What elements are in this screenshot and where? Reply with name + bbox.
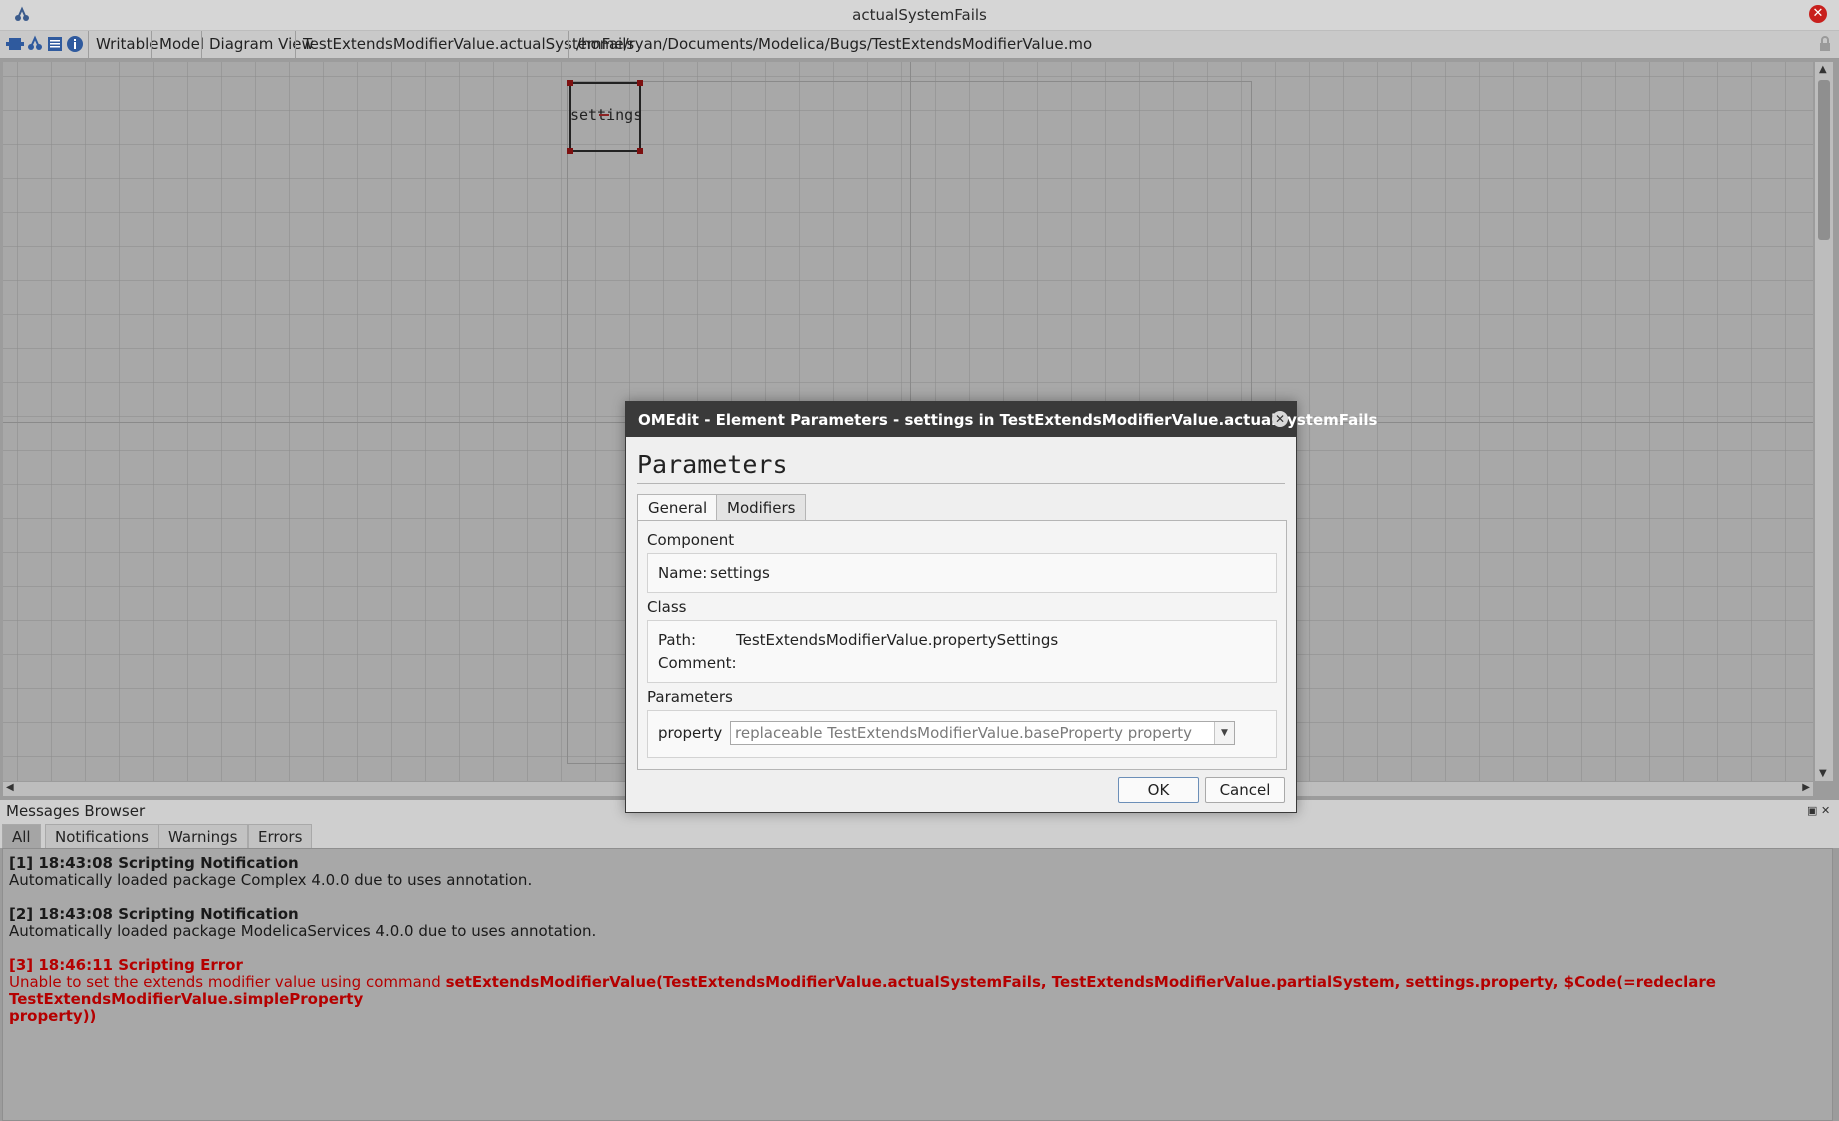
messages-list[interactable]: [1] 18:43:08 Scripting Notification Auto…	[2, 848, 1833, 1121]
scroll-up-icon[interactable]: ▲	[1819, 64, 1827, 75]
modeling-icon[interactable]	[6, 35, 24, 53]
messages-browser-title: Messages Browser	[6, 802, 146, 820]
close-panel-icon[interactable]: ✕	[1821, 804, 1833, 817]
messages-tabs: All Notifications Warnings Errors	[0, 822, 1839, 849]
resize-handle[interactable]	[637, 148, 643, 154]
resize-handle[interactable]	[567, 80, 573, 86]
tab-modifiers[interactable]: Modifiers	[716, 494, 807, 521]
window-titlebar: actualSystemFails ✕	[0, 0, 1839, 31]
file-path-label: /home/ryan/Documents/Modelica/Bugs/TestE…	[568, 31, 1099, 58]
info-icon[interactable]	[66, 35, 84, 53]
ok-button[interactable]: OK	[1118, 777, 1199, 803]
parameters-group: property replaceable TestExtendsModifier…	[647, 710, 1277, 758]
dialog-heading: Parameters	[637, 450, 788, 479]
message-item-error: [3] 18:46:11 Scripting Error Unable to s…	[9, 957, 1809, 1025]
dialog-title: OMEdit - Element Parameters - settings i…	[638, 411, 1378, 429]
text-icon[interactable]	[46, 35, 64, 53]
message-item: [1] 18:43:08 Scripting Notification Auto…	[9, 855, 532, 889]
component-origin-mark	[599, 114, 609, 116]
component-group: Name: settings	[647, 553, 1277, 593]
message-header: [3] 18:46:11 Scripting Error	[9, 956, 243, 974]
model-toolbar: Writable Model Diagram View TestExtendsM…	[0, 31, 1839, 59]
tab-notifications[interactable]: Notifications	[45, 824, 159, 849]
message-header: [1] 18:43:08 Scripting Notification	[9, 854, 299, 872]
error-command-continued: property))	[9, 1007, 97, 1025]
dialog-close-button[interactable]: ✕	[1272, 411, 1288, 427]
dropdown-icon[interactable]: ▼	[1214, 722, 1234, 744]
resize-handle[interactable]	[637, 80, 643, 86]
scroll-down-icon[interactable]: ▼	[1819, 768, 1827, 779]
name-label: Name:	[658, 564, 708, 582]
comment-label: Comment:	[658, 654, 737, 672]
tab-warnings[interactable]: Warnings	[158, 824, 248, 849]
error-text: Unable to set the extends modifier value…	[9, 973, 446, 991]
dialog-titlebar: OMEdit - Element Parameters - settings i…	[626, 402, 1377, 437]
class-group: Path: TestExtendsModifierValue.propertyS…	[647, 620, 1277, 683]
property-label: property	[658, 724, 723, 742]
lock-icon[interactable]	[1817, 36, 1833, 52]
scrollbar-thumb[interactable]	[1818, 80, 1830, 240]
float-icon[interactable]: ▣	[1807, 804, 1819, 817]
message-text: Automatically loaded package ModelicaSer…	[9, 922, 597, 940]
close-window-button[interactable]: ✕	[1809, 5, 1827, 23]
parameters-section-label: Parameters	[647, 688, 733, 706]
window-title: actualSystemFails	[852, 6, 987, 24]
scroll-right-icon[interactable]: ▶	[1802, 782, 1810, 793]
tab-general[interactable]: General	[637, 494, 719, 522]
property-select-value: replaceable TestExtendsModifierValue.bas…	[735, 724, 1192, 742]
heading-divider	[637, 483, 1285, 484]
message-item: [2] 18:43:08 Scripting Notification Auto…	[9, 906, 596, 940]
name-value: settings	[710, 564, 770, 582]
scroll-left-icon[interactable]: ◀	[6, 782, 14, 793]
component-section-label: Component	[647, 531, 735, 549]
message-text: Unable to set the extends modifier value…	[9, 974, 1809, 1008]
path-value: TestExtendsModifierValue.propertySetting…	[736, 631, 1059, 649]
cancel-button[interactable]: Cancel	[1205, 777, 1285, 803]
property-select[interactable]: replaceable TestExtendsModifierValue.bas…	[730, 721, 1235, 745]
vertical-scrollbar[interactable]: ▲ ▼	[1815, 62, 1833, 781]
path-label: Path:	[658, 631, 697, 649]
message-text: Automatically loaded package Complex 4.0…	[9, 871, 533, 889]
class-section-label: Class	[647, 598, 687, 616]
resize-handle[interactable]	[567, 148, 573, 154]
diagram-icon[interactable]	[26, 35, 44, 53]
message-header: [2] 18:43:08 Scripting Notification	[9, 905, 299, 923]
element-parameters-dialog: OMEdit - Element Parameters - settings i…	[625, 401, 1377, 813]
tab-all[interactable]: All	[2, 824, 41, 849]
tab-errors[interactable]: Errors	[248, 824, 313, 849]
